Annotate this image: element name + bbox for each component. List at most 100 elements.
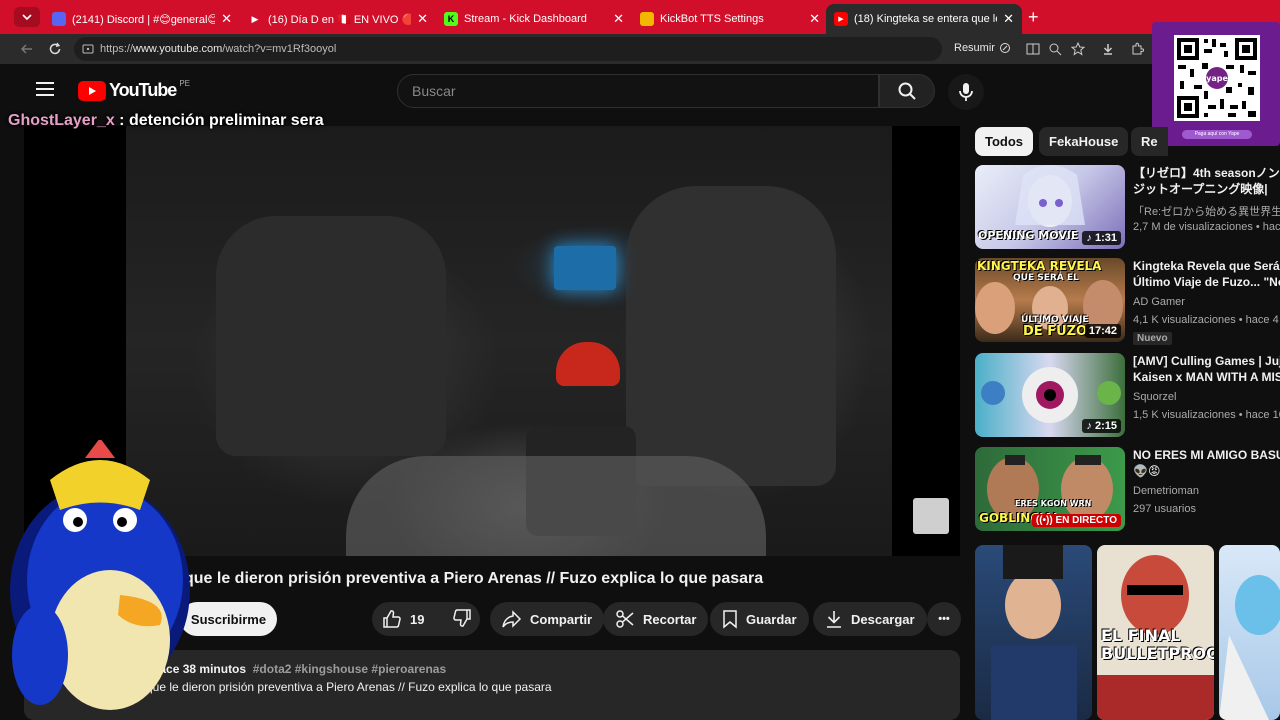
search-button[interactable] (879, 74, 935, 108)
split-view-icon[interactable] (1026, 42, 1040, 56)
tab-kickbot-tts[interactable]: KickBot TTS Settings ✕ (632, 4, 828, 34)
yape-qr-overlay: yape Paga aquí con Yape (1152, 22, 1280, 146)
search-icon (898, 82, 916, 100)
site-info-icon[interactable] (82, 43, 94, 55)
resume-button[interactable]: Resumir (954, 42, 1011, 54)
thumbs-up-icon (383, 610, 401, 628)
chip-label: Re (1141, 134, 1158, 149)
bookmark-icon (723, 610, 737, 629)
search-input[interactable]: Buscar (397, 74, 879, 108)
new-tab-button[interactable]: + (1028, 7, 1039, 28)
recommendation-channel[interactable]: 「Re:ゼロから始める異世界生活 (1133, 203, 1280, 219)
download-button[interactable]: Descargar (813, 602, 927, 636)
close-icon[interactable]: ✕ (809, 11, 820, 27)
tab-kick-dashboard[interactable]: K Stream - Kick Dashboard ✕ (436, 4, 632, 34)
video-frame[interactable] (126, 126, 892, 556)
video-thumbnail[interactable]: OPENING MOVIE ♪ 1:31 (975, 165, 1125, 249)
dislike-button[interactable] (452, 608, 472, 631)
star-icon[interactable] (1071, 42, 1085, 56)
save-label: Guardar (746, 611, 797, 627)
menu-icon[interactable] (36, 82, 54, 96)
duration-text: 2:15 (1094, 420, 1117, 432)
recommendation-title[interactable]: 👽😡 (1133, 463, 1280, 479)
youtube-play-icon (78, 80, 106, 101)
channel-watermark[interactable] (913, 498, 949, 534)
chip-all[interactable]: Todos (975, 127, 1034, 156)
short-thumbnail[interactable] (975, 545, 1092, 720)
car-seat-left (216, 216, 446, 456)
url-prefix: https:// (100, 43, 134, 55)
recommendation-item[interactable]: KINGTEKA REVELA QUE SERÁ EL ÚLTIMO VIAJE… (975, 258, 1280, 345)
chip-related[interactable]: Re (1131, 127, 1168, 156)
clip-button[interactable]: Recortar (603, 602, 709, 636)
arrow-left-icon (20, 44, 32, 54)
recommendation-title[interactable]: ジットオープニング映像| (1133, 181, 1280, 197)
more-actions-button[interactable]: ••• (927, 602, 961, 636)
thumbnail-caption: KINGTEKA REVELA (977, 259, 1102, 273)
search-placeholder: Buscar (412, 83, 456, 99)
close-icon[interactable]: ✕ (1003, 11, 1014, 27)
video-thumbnail[interactable]: ♪ 2:15 (975, 353, 1125, 437)
zoom-icon[interactable] (1048, 42, 1062, 56)
tab-dia-d[interactable]: ▶ (16) Día D en 🇵🇪 EN VIVO 🔴 - Do ✕ (240, 4, 436, 34)
chip-label: Todos (985, 134, 1024, 149)
live-badge: ((•)) EN DIRECTO (1031, 514, 1121, 527)
close-icon[interactable]: ✕ (417, 11, 428, 27)
url-path: /watch?v=mv1Rf3ooyol (222, 43, 337, 55)
clip-label: Recortar (643, 611, 697, 627)
logo-wordmark: YouTube (109, 80, 177, 100)
live-text: EN DIRECTO (1055, 515, 1118, 526)
region-code: PE (179, 79, 190, 88)
car-seat-right (626, 186, 836, 486)
chip-fekahouse[interactable]: FekaHouse (1039, 127, 1129, 156)
scissors-icon (616, 610, 634, 628)
recommendation-title[interactable]: 【リゼロ】4th seasonノン (1133, 165, 1280, 181)
resume-label: Resumir (954, 42, 995, 54)
tab-search-button[interactable] (14, 7, 40, 27)
recommendation-title[interactable]: Último Viaje de Fuzo... "No (1133, 274, 1280, 290)
youtube-icon: ▶ (834, 12, 848, 26)
recommendation-item[interactable]: ♪ 2:15 [AMV] Culling Games | Juj Kaisen … (975, 353, 1280, 439)
address-bar[interactable]: https://www.youtube.com/watch?v=mv1Rf3oo… (74, 37, 942, 61)
recommendation-title[interactable]: [AMV] Culling Games | Juj (1133, 353, 1280, 369)
tab-discord[interactable]: (2141) Discord | #😊general😊 | 🔖 ✕ (44, 4, 240, 34)
video-thumbnail[interactable]: ERES KGON WRN GOBLINCIAI ((•)) EN DIRECT… (975, 447, 1125, 531)
recommendation-title[interactable]: Kaisen x MAN WITH A MIS (1133, 369, 1280, 385)
chat-overlay-message: GhostLayer_x : detención preliminar sera (8, 112, 324, 130)
download-icon[interactable] (1101, 42, 1115, 56)
short-thumbnail[interactable] (1219, 545, 1280, 720)
ai-icon (999, 43, 1010, 53)
description-hashtags[interactable]: #dota2 #kingshouse #pieroarenas (253, 662, 446, 676)
youtube-logo[interactable]: YouTube PE (78, 79, 190, 101)
thumbnail-caption: OPENING MOVIE (978, 229, 1079, 242)
close-icon[interactable]: ✕ (613, 11, 624, 27)
thumbnail-caption: DE FUZO (1023, 324, 1088, 339)
recommendation-item[interactable]: ERES KGON WRN GOBLINCIAI ((•)) EN DIRECT… (975, 447, 1280, 533)
recommendation-channel[interactable]: AD Gamer (1133, 296, 1185, 308)
like-button[interactable]: 19 (382, 609, 424, 629)
recommendation-channel[interactable]: Squorzel (1133, 391, 1176, 403)
reload-button[interactable] (46, 40, 64, 58)
qr-code-image: yape (1177, 38, 1257, 118)
red-cap (556, 342, 620, 386)
close-icon[interactable]: ✕ (221, 11, 232, 27)
thumbs-down-icon (453, 608, 472, 627)
kick-icon: K (444, 12, 458, 26)
recommendation-item[interactable]: OPENING MOVIE ♪ 1:31 【リゼロ】4th seasonノン ジ… (975, 165, 1280, 251)
recommendation-title[interactable]: NO ERES MI AMIGO BASU (1133, 447, 1280, 463)
new-badge: Nuevo (1133, 332, 1172, 345)
video-thumbnail[interactable]: KINGTEKA REVELA QUE SERÁ EL ÚLTIMO VIAJE… (975, 258, 1125, 342)
save-button[interactable]: Guardar (710, 602, 809, 636)
recommendation-title[interactable]: Kingteka Revela que Será e (1133, 258, 1280, 274)
back-button[interactable] (18, 40, 36, 58)
browser-tab-bar: (2141) Discord | #😊general😊 | 🔖 ✕ ▶ (16)… (0, 0, 1280, 34)
duration-badge: 17:42 (1084, 324, 1121, 338)
recommendation-channel[interactable]: Demetrioman (1133, 485, 1199, 497)
download-icon (827, 611, 841, 628)
tab-kingteka-active[interactable]: ▶ (18) Kingteka se entera que le dier ✕ (826, 4, 1022, 34)
short-thumbnail[interactable]: EL FINAL BULLETPROOF (1097, 545, 1214, 720)
share-button[interactable]: Compartir (490, 602, 605, 636)
share-label: Compartir (530, 611, 593, 627)
voice-search-button[interactable] (948, 74, 984, 110)
extensions-icon[interactable] (1130, 42, 1144, 56)
